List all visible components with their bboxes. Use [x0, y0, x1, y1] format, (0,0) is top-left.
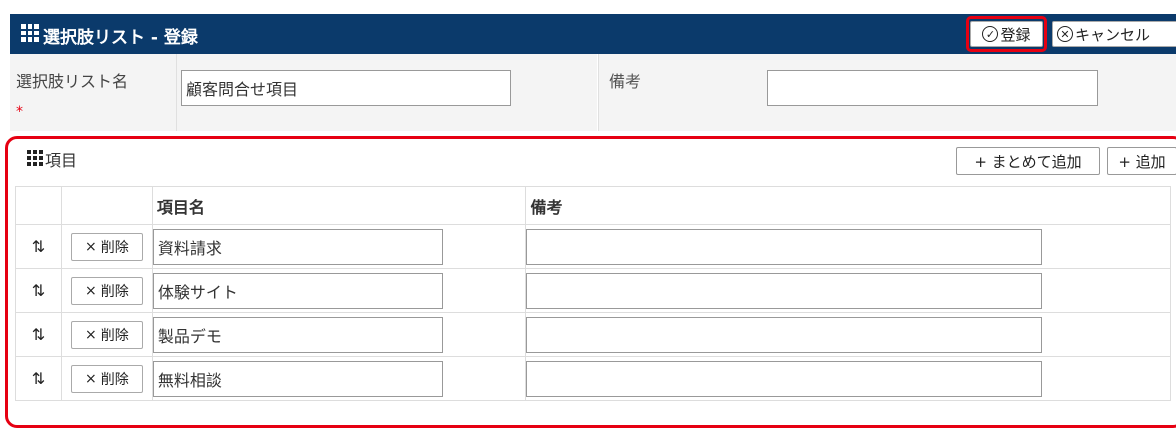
bulk-add-label: + まとめて追加: [974, 152, 1082, 171]
item-name-input[interactable]: [152, 228, 443, 265]
close-circle-icon: ✕: [1057, 26, 1073, 42]
drag-handle-icon[interactable]: ⇅: [15, 356, 62, 401]
drag-handle-icon[interactable]: ⇅: [15, 312, 62, 357]
delete-button[interactable]: × 削除: [70, 232, 143, 261]
delete-label: 削除: [100, 371, 129, 388]
register-button[interactable]: ✓ 登録: [970, 21, 1043, 47]
page-title: 選択肢リスト - 登録: [43, 28, 198, 48]
delete-label: 削除: [100, 283, 129, 300]
header-delete: [60, 186, 153, 225]
delete-button[interactable]: × 削除: [70, 276, 143, 305]
delete-button[interactable]: × 削除: [70, 364, 143, 393]
item-note-input[interactable]: [526, 360, 1043, 397]
bulk-add-button[interactable]: + まとめて追加: [956, 147, 1100, 175]
table-row: ⇅ × 削除: [15, 356, 1171, 401]
name-label: 選択肢リスト名: [16, 72, 129, 91]
cancel-button-label: キャンセル: [1075, 25, 1151, 44]
form-row: 選択肢リスト名 * 備考: [10, 54, 1176, 131]
check-circle-icon: ✓: [982, 26, 999, 42]
name-input-cell: [177, 54, 597, 131]
delete-label: 削除: [100, 239, 129, 256]
close-icon: ×: [84, 282, 97, 299]
list-name-input[interactable]: [181, 70, 511, 106]
note-label-cell: 備考: [598, 54, 764, 131]
grid-icon: [21, 24, 39, 42]
register-button-label: 登録: [1000, 25, 1031, 44]
header-note: 備考: [525, 186, 1171, 225]
table-header-row: 項目名 備考: [15, 186, 1171, 225]
drag-handle-icon[interactable]: ⇅: [15, 268, 62, 313]
add-label: + 追加: [1118, 152, 1166, 171]
note-input[interactable]: [767, 70, 1098, 106]
item-note-input[interactable]: [526, 228, 1043, 265]
drag-handle-icon[interactable]: ⇅: [15, 224, 62, 269]
items-section-title: 項目: [45, 151, 78, 170]
item-name-input[interactable]: [152, 272, 443, 309]
delete-button[interactable]: × 削除: [70, 320, 143, 349]
grid-icon: [27, 150, 43, 166]
add-button[interactable]: + 追加: [1107, 147, 1176, 175]
item-note-input[interactable]: [526, 272, 1043, 309]
table-row: ⇅ × 削除: [15, 268, 1171, 313]
note-input-cell: [763, 54, 1176, 131]
header-drag: [15, 186, 62, 225]
close-icon: ×: [84, 370, 97, 387]
item-name-input[interactable]: [152, 316, 443, 353]
delete-label: 削除: [100, 327, 129, 344]
table-row: ⇅ × 削除: [15, 312, 1171, 357]
item-name-input[interactable]: [152, 360, 443, 397]
item-note-input[interactable]: [526, 316, 1043, 353]
header-item-name: 項目名: [151, 186, 527, 225]
close-icon: ×: [84, 326, 97, 343]
note-label: 備考: [609, 72, 642, 91]
required-mark: *: [16, 104, 23, 120]
cancel-button[interactable]: ✕ キャンセル: [1052, 21, 1176, 47]
close-icon: ×: [84, 238, 97, 255]
items-table: 項目名 備考 ⇅ × 削除 ⇅ × 削除: [15, 186, 1171, 401]
name-label-cell: 選択肢リスト名 *: [10, 54, 177, 131]
table-row: ⇅ × 削除: [15, 224, 1171, 269]
